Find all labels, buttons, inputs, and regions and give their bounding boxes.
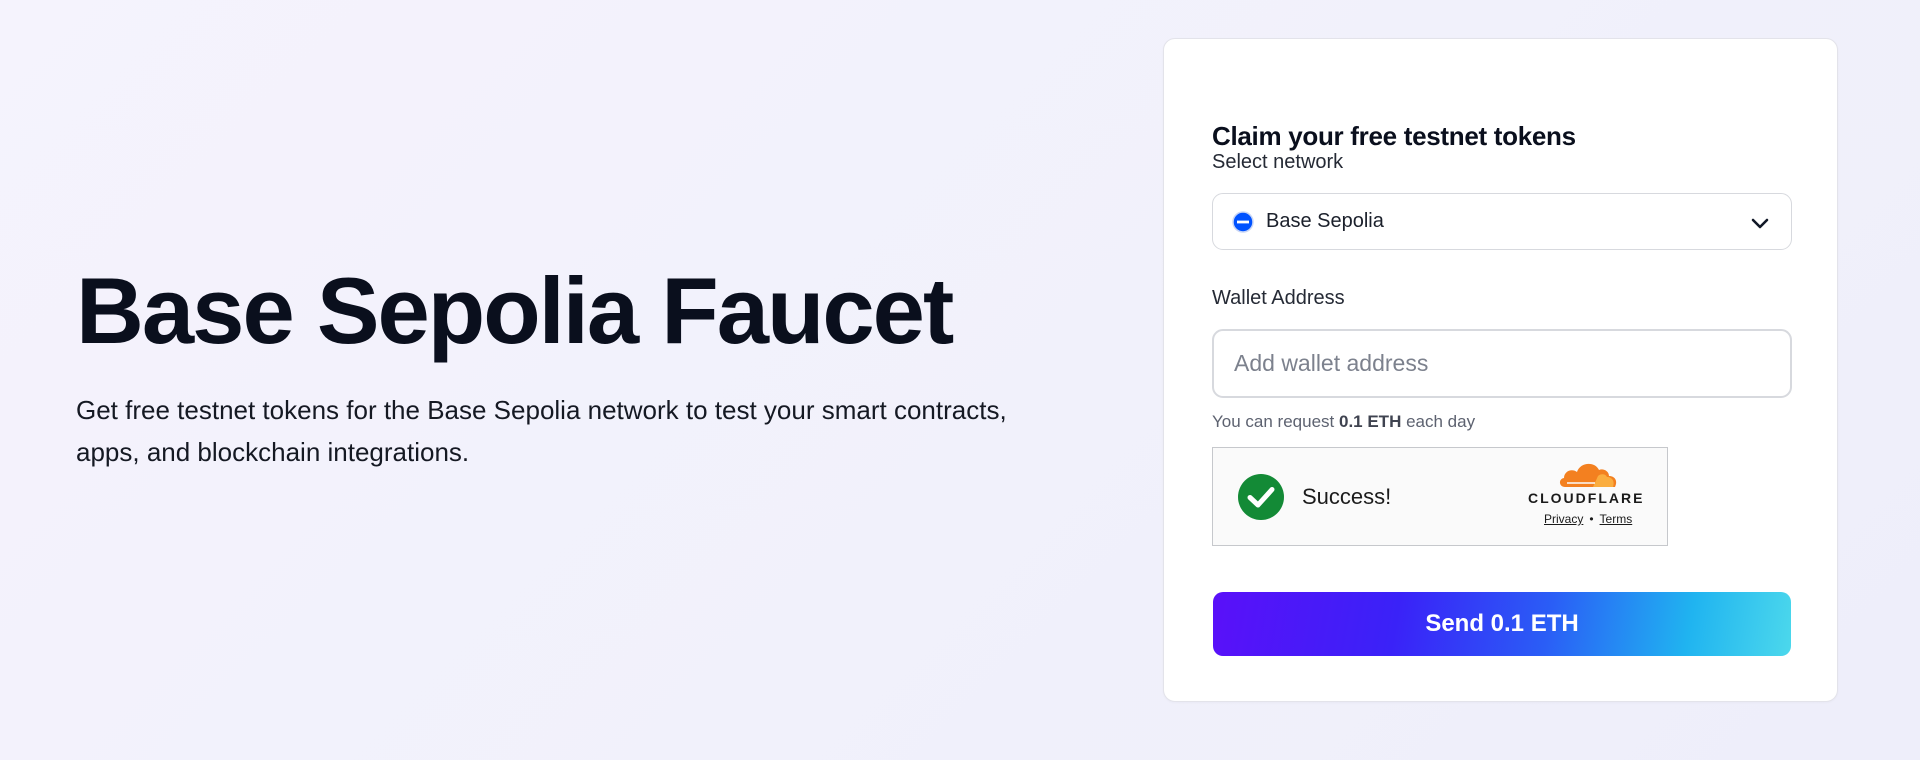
network-select[interactable]: Base Sepolia	[1212, 193, 1792, 250]
links-separator: •	[1589, 512, 1594, 526]
hero-section: Base Sepolia Faucet Get free testnet tok…	[76, 255, 1036, 473]
cloudflare-wordmark: CLOUDFLARE	[1528, 490, 1645, 506]
wallet-address-label: Wallet Address	[1212, 287, 1345, 309]
check-circle-icon	[1237, 473, 1285, 521]
captcha-status: Success!	[1302, 484, 1392, 509]
request-limit-prefix: You can request	[1212, 412, 1335, 431]
network-select-value: Base Sepolia	[1266, 210, 1384, 232]
request-limit-amount: 0.1 ETH	[1338, 412, 1402, 431]
claim-card: Claim your free testnet tokens Select ne…	[1163, 38, 1838, 702]
wallet-address-input[interactable]	[1212, 329, 1792, 398]
page-title: Base Sepolia Faucet	[76, 258, 954, 363]
chevron-down-icon	[1749, 212, 1771, 234]
request-limit-suffix: each day	[1406, 412, 1476, 431]
send-eth-button[interactable]: Send 0.1 ETH	[1213, 592, 1791, 656]
base-logo-icon	[1232, 210, 1254, 233]
page-description: Get free testnet tokens for the Base Sep…	[76, 395, 1007, 467]
network-label: Select network	[1212, 151, 1344, 173]
claim-card-title: Claim your free testnet tokens	[1212, 121, 1576, 151]
request-limit-hint: You can request 0.1 ETH each day	[1212, 412, 1475, 432]
privacy-link[interactable]: Privacy	[1544, 512, 1583, 526]
captcha-widget[interactable]: Success! CLOUDFLARE Privacy • Terms	[1212, 447, 1668, 546]
captcha-links: Privacy • Terms	[1544, 512, 1632, 526]
terms-link[interactable]: Terms	[1600, 512, 1633, 526]
